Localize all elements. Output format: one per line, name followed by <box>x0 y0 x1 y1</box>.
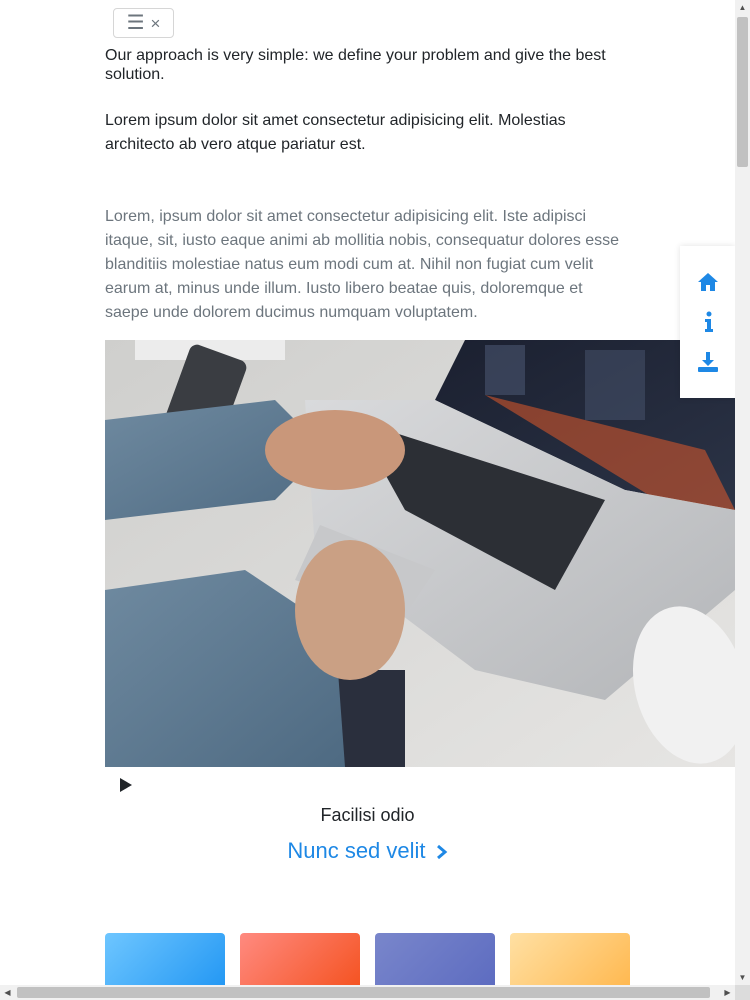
horizontal-scroll-thumb[interactable] <box>17 987 710 998</box>
home-icon[interactable] <box>696 270 720 294</box>
lorem-long-text: Lorem, ipsum dolor sit amet consectetur … <box>105 208 620 321</box>
cta-link[interactable]: Nunc sed velit <box>105 838 630 864</box>
download-icon[interactable] <box>696 350 720 374</box>
scroll-up-arrow-icon[interactable]: ▲ <box>735 0 750 15</box>
vertical-scroll-thumb[interactable] <box>737 17 748 167</box>
lorem-short-text: Lorem ipsum dolor sit amet consectetur a… <box>105 112 566 153</box>
approach-text: Our approach is very simple: we define y… <box>105 47 606 83</box>
navbar-toggle-button[interactable]: ☰ × <box>113 8 174 38</box>
cta-label: Nunc sed velit <box>287 838 426 863</box>
scroll-right-arrow-icon[interactable]: ▶ <box>720 985 735 1000</box>
feature-card[interactable] <box>510 933 630 985</box>
scroll-left-arrow-icon[interactable]: ◀ <box>0 985 15 1000</box>
close-icon: × <box>150 13 161 33</box>
horizontal-scrollbar[interactable]: ◀ ▶ <box>0 985 735 1000</box>
slide-caption: Facilisi odio <box>320 805 415 825</box>
info-icon[interactable] <box>696 310 720 334</box>
chevron-right-icon <box>436 845 447 860</box>
feature-card[interactable] <box>105 933 225 985</box>
page-viewport: ☰ × Our approach is very simple: we defi… <box>0 0 735 985</box>
vertical-scrollbar[interactable]: ▲ ▼ <box>735 0 750 985</box>
side-nav <box>680 246 735 398</box>
feature-card[interactable] <box>240 933 360 985</box>
scrollbar-corner <box>735 985 750 1000</box>
laptop-photo <box>105 340 735 767</box>
play-icon[interactable] <box>117 776 135 794</box>
scroll-down-arrow-icon[interactable]: ▼ <box>735 970 750 985</box>
hamburger-icon: ☰ <box>126 12 145 34</box>
feature-card[interactable] <box>375 933 495 985</box>
